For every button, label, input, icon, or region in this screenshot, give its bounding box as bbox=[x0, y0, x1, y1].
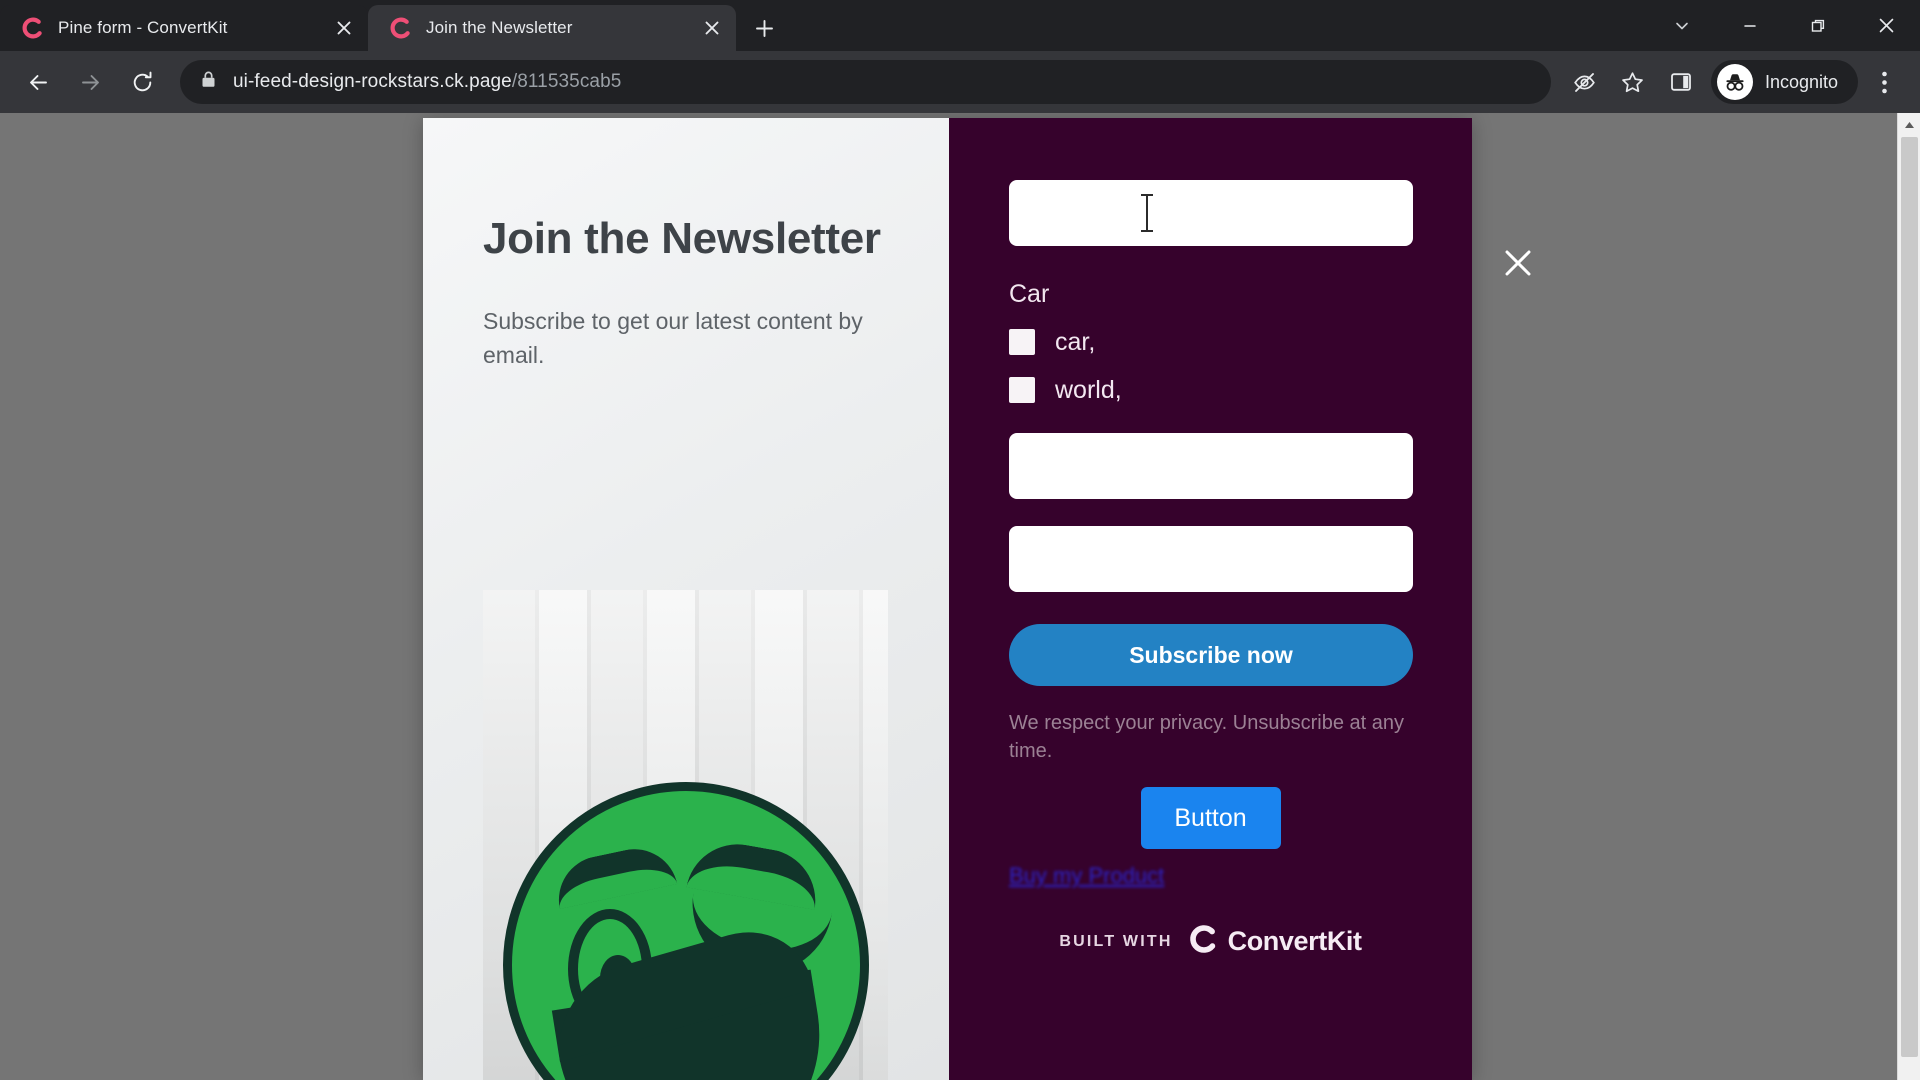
smiley-brow bbox=[550, 841, 677, 909]
profile-label: Incognito bbox=[1764, 71, 1838, 92]
checkbox-world[interactable] bbox=[1009, 377, 1035, 403]
overlay-close-button[interactable] bbox=[1497, 242, 1539, 284]
eye-slash-icon[interactable] bbox=[1563, 60, 1607, 104]
url-domain: ui-feed-design-rockstars.ck.page bbox=[233, 71, 512, 92]
browser-tab-1[interactable]: Pine form - ConvertKit bbox=[0, 5, 368, 51]
star-icon[interactable] bbox=[1611, 60, 1655, 104]
browser-tab-strip: Pine form - ConvertKit Join the Newslett… bbox=[0, 0, 1920, 51]
back-arrow-icon[interactable] bbox=[14, 58, 62, 106]
convertkit-swirl-icon bbox=[1189, 924, 1219, 959]
forward-arrow-icon[interactable] bbox=[66, 58, 114, 106]
text-cursor-icon bbox=[1141, 194, 1153, 232]
checkbox-car-label: car, bbox=[1055, 327, 1096, 356]
browser-tab-1-title: Pine form - ConvertKit bbox=[58, 18, 228, 37]
convertkit-wordmark: ConvertKit bbox=[1227, 926, 1362, 956]
close-window-icon[interactable] bbox=[1852, 0, 1920, 51]
tab-search-chevron-icon[interactable] bbox=[1648, 0, 1716, 51]
checkbox-world-label: world, bbox=[1055, 375, 1122, 404]
restore-icon[interactable] bbox=[1784, 0, 1852, 51]
new-tab-button[interactable] bbox=[744, 8, 784, 48]
convertkit-favicon bbox=[22, 17, 44, 39]
convertkit-favicon bbox=[390, 17, 412, 39]
close-icon[interactable] bbox=[330, 14, 358, 42]
page-subtitle: Subscribe to get our latest content by e… bbox=[483, 308, 863, 368]
checkbox-row-car[interactable]: car, bbox=[1009, 329, 1412, 355]
checkbox-row-world[interactable]: world, bbox=[1009, 377, 1412, 403]
close-icon[interactable] bbox=[698, 14, 726, 42]
three-dot-menu-icon[interactable] bbox=[1862, 60, 1906, 104]
minimize-icon[interactable] bbox=[1716, 0, 1784, 51]
convertkit-brand[interactable]: ConvertKit bbox=[1189, 924, 1362, 959]
modal-right-pane: Car car, world, Subscribe now We respect… bbox=[949, 118, 1472, 1080]
browser-toolbar: ui-feed-design-rockstars.ck.page/811535c… bbox=[0, 51, 1920, 113]
incognito-hat-glasses-icon bbox=[1716, 64, 1753, 100]
field-1-wrapper bbox=[1009, 180, 1413, 246]
modal-left-pane: Join the Newsletter Subscribe to get our… bbox=[423, 118, 949, 1080]
privacy-note: We respect your privacy. Unsubscribe at … bbox=[1009, 712, 1404, 762]
url-path: /811535cab5 bbox=[511, 71, 622, 92]
checkbox-car[interactable] bbox=[1009, 329, 1035, 355]
page-viewport: Join the Newsletter Subscribe to get our… bbox=[0, 113, 1920, 1080]
side-panel-icon[interactable] bbox=[1659, 60, 1703, 104]
built-with-label: BUILT WITH bbox=[1059, 932, 1173, 950]
newsletter-modal: Join the Newsletter Subscribe to get our… bbox=[423, 118, 1472, 1080]
secondary-button[interactable]: Button bbox=[1140, 787, 1281, 850]
reload-icon[interactable] bbox=[118, 58, 166, 106]
browser-tab-2-title: Join the Newsletter bbox=[426, 18, 573, 37]
browser-tab-2[interactable]: Join the Newsletter bbox=[368, 5, 736, 51]
vertical-scrollbar[interactable] bbox=[1897, 113, 1920, 1080]
address-bar[interactable]: ui-feed-design-rockstars.ck.page/811535c… bbox=[180, 60, 1551, 104]
checkbox-group-label: Car bbox=[1009, 280, 1050, 308]
subscribe-button[interactable]: Subscribe now bbox=[1009, 624, 1413, 686]
smiley-mouth bbox=[551, 969, 838, 1080]
form-field-2[interactable] bbox=[1009, 433, 1413, 499]
secondary-button-wrapper: Button bbox=[1009, 787, 1412, 850]
buy-product-link[interactable]: Buy my Product bbox=[1009, 863, 1164, 889]
address-bar-url: ui-feed-design-rockstars.ck.page/811535c… bbox=[233, 71, 1535, 93]
form-field-1[interactable] bbox=[1009, 180, 1413, 246]
scroll-up-arrow-icon[interactable] bbox=[1898, 113, 1920, 136]
page-title: Join the Newsletter bbox=[483, 214, 881, 263]
profile-chip[interactable]: Incognito bbox=[1710, 60, 1858, 104]
smiley-photo bbox=[483, 590, 888, 1080]
form-field-3[interactable] bbox=[1009, 526, 1413, 592]
lock-icon[interactable] bbox=[200, 70, 217, 94]
scrollbar-thumb[interactable] bbox=[1901, 137, 1918, 1057]
window-controls bbox=[1648, 0, 1920, 51]
built-with-footer: BUILT WITH ConvertKit bbox=[949, 924, 1472, 959]
